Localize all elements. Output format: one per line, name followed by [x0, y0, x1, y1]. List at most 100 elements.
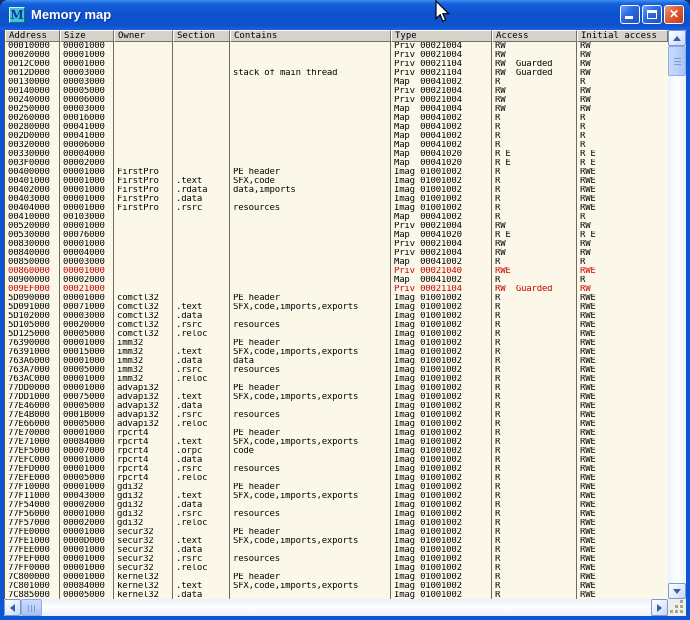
table-row[interactable]: 7C80100000084000kernel32.textSFX,code,im…: [5, 582, 668, 591]
table-row[interactable]: 77EFC00000001000rpcrt4.dataImag 01001002…: [5, 456, 668, 465]
scroll-down-button[interactable]: [668, 583, 686, 599]
cell-contains: [230, 87, 391, 96]
table-row[interactable]: 77F1100000043000gdi32.textSFX,code,impor…: [5, 492, 668, 501]
minimize-button[interactable]: [620, 5, 640, 24]
table-row[interactable]: 77F5600000001000gdi32.rsrcresourcesImag …: [5, 510, 668, 519]
column-header-initial_access[interactable]: Initial access: [577, 30, 668, 42]
table-row[interactable]: 77FE10000000D000secur32.textSFX,code,imp…: [5, 537, 668, 546]
table-row[interactable]: 77EF500000007000rpcrt4.orpccodeImag 0100…: [5, 447, 668, 456]
table-row[interactable]: 77E6600000005000advapi32.relocImag 01001…: [5, 420, 668, 429]
table-row[interactable]: 5D10200000003000comctl32.dataImag 010010…: [5, 312, 668, 321]
table-row[interactable]: 77EFE00000005000rpcrt4.relocImag 0100100…: [5, 474, 668, 483]
table-row[interactable]: 0041000000103000Map 00041002RR: [5, 213, 668, 222]
table-row[interactable]: 77DD100000075000advapi32.textSFX,code,im…: [5, 393, 668, 402]
table-row[interactable]: 0024000000006000Priv 00021004RWRW: [5, 96, 668, 105]
cell-size: 00041000: [60, 132, 114, 141]
table-row[interactable]: 0012C00000001000Priv 00021104RW GuardedR…: [5, 60, 668, 69]
table-row[interactable]: 0086000000001000Priv 00021040RWERWE: [5, 267, 668, 276]
column-header-access[interactable]: Access: [492, 30, 577, 42]
cell-access: R: [492, 564, 577, 573]
table-row[interactable]: 77FEE00000001000secur32.dataImag 0100100…: [5, 546, 668, 555]
column-header-owner[interactable]: Owner: [114, 30, 173, 42]
table-row[interactable]: 77E7100000084000rpcrt4.textSFX,code,impo…: [5, 438, 668, 447]
table-row[interactable]: 0033000000004000Map 00041020R ER E: [5, 150, 668, 159]
table-row[interactable]: 77E7000000001000rpcrt4PE headerImag 0100…: [5, 429, 668, 438]
cell-section: [173, 159, 230, 168]
vertical-scrollbar[interactable]: [668, 30, 686, 599]
cell-initial_access: RWE: [577, 411, 668, 420]
table-row[interactable]: 003F000000002000Map 00041020R ER E: [5, 159, 668, 168]
table-row[interactable]: 0052000000001000Priv 00021004RWRW: [5, 222, 668, 231]
table-row[interactable]: 5D09000000001000comctl32PE headerImag 01…: [5, 294, 668, 303]
table-row[interactable]: 77EFD00000001000rpcrt4.rsrcresourcesImag…: [5, 465, 668, 474]
column-header-address[interactable]: Address: [5, 30, 60, 42]
column-header-section[interactable]: Section: [173, 30, 230, 42]
table-row[interactable]: 0085000000003000Map 00041002RR: [5, 258, 668, 267]
scroll-left-button[interactable]: [4, 599, 21, 616]
column-header-size[interactable]: Size: [60, 30, 114, 42]
table-row[interactable]: 77E4B0000001B000advapi32.rsrcresourcesIm…: [5, 411, 668, 420]
table-row[interactable]: 0040300000001000FirstPro.dataImag 010010…: [5, 195, 668, 204]
scroll-up-button[interactable]: [668, 30, 686, 46]
table-row[interactable]: 0040200000001000FirstPro.rdatadata,impor…: [5, 186, 668, 195]
table-row[interactable]: 77F5700000002000gdi32.relocImag 01001002…: [5, 519, 668, 528]
table-row[interactable]: 7C88500000005000kernel32.dataImag 010010…: [5, 591, 668, 599]
column-header-type[interactable]: Type: [391, 30, 492, 42]
table-row[interactable]: 7C80000000001000kernel32PE headerImag 01…: [5, 573, 668, 582]
table-row[interactable]: 77FEF00000001000secur32.rsrcresourcesIma…: [5, 555, 668, 564]
table-row[interactable]: 0001000000001000Priv 00021004RWRW: [5, 42, 668, 51]
resize-grip[interactable]: [668, 599, 686, 616]
table-row[interactable]: 0084000000004000Priv 00021004RWRW: [5, 249, 668, 258]
table-row[interactable]: 0053000000076000Map 00041020R ER E: [5, 231, 668, 240]
cell-section: .rdata: [173, 186, 230, 195]
maximize-button[interactable]: [642, 5, 662, 24]
table-row[interactable]: 763AC00000001000imm32.relocImag 01001002…: [5, 375, 668, 384]
table-row[interactable]: 5D10500000020000comctl32.rsrcresourcesIm…: [5, 321, 668, 330]
table-row[interactable]: 0040400000001000FirstPro.rsrcresourcesIm…: [5, 204, 668, 213]
cell-initial_access: R: [577, 258, 668, 267]
cell-section: [173, 96, 230, 105]
table-row[interactable]: 0090000000002000Map 00041002RR: [5, 276, 668, 285]
table-row[interactable]: 5D12500000005000comctl32.relocImag 01001…: [5, 330, 668, 339]
table-row[interactable]: 763A700000005000imm32.rsrcresourcesImag …: [5, 366, 668, 375]
table-row[interactable]: 77DD000000001000advapi32PE headerImag 01…: [5, 384, 668, 393]
table-row[interactable]: 77E4600000005000advapi32.dataImag 010010…: [5, 402, 668, 411]
table-row[interactable]: 0028000000041000Map 00041002RR: [5, 123, 668, 132]
table-row[interactable]: 77F1000000001000gdi32PE headerImag 01001…: [5, 483, 668, 492]
column-header-contains[interactable]: Contains: [230, 30, 391, 42]
cell-size: 00103000: [60, 213, 114, 222]
table-row[interactable]: 7639000000001000imm32PE headerImag 01001…: [5, 339, 668, 348]
cell-access: R: [492, 357, 577, 366]
vertical-scroll-thumb[interactable]: [668, 46, 686, 76]
table-row[interactable]: 763A600000001000imm32.datadataImag 01001…: [5, 357, 668, 366]
table-row[interactable]: 0002000000001000Priv 00021004RWRW: [5, 51, 668, 60]
cell-size: 00001000: [60, 456, 114, 465]
table-row[interactable]: 0083000000001000Priv 00021004RWRW: [5, 240, 668, 249]
cell-initial_access: R: [577, 123, 668, 132]
horizontal-scroll-thumb[interactable]: [21, 599, 42, 616]
table-row[interactable]: 002D000000041000Map 00041002RR: [5, 132, 668, 141]
table-row[interactable]: 0012D00000003000stack of main threadPriv…: [5, 69, 668, 78]
cell-type: Imag 01001002: [391, 420, 492, 429]
table-row[interactable]: 77FF000000001000secur32.relocImag 010010…: [5, 564, 668, 573]
table-row[interactable]: 0040000000001000FirstProPE headerImag 01…: [5, 168, 668, 177]
cell-size: 00001000: [60, 294, 114, 303]
scroll-right-button[interactable]: [651, 599, 668, 616]
close-button[interactable]: ✕: [664, 5, 684, 24]
table-row[interactable]: 0026000000016000Map 00041002RR: [5, 114, 668, 123]
cell-type: Imag 01001002: [391, 510, 492, 519]
cell-address: 00900000: [5, 276, 60, 285]
horizontal-scrollbar[interactable]: [4, 599, 668, 616]
table-row[interactable]: 0014000000005000Priv 00021004RWRW: [5, 87, 668, 96]
table-row[interactable]: 0040100000001000FirstPro.textSFX,codeIma…: [5, 177, 668, 186]
table-row[interactable]: 77F5400000002000gdi32.dataImag 01001002R…: [5, 501, 668, 510]
table-row[interactable]: 77FE000000001000secur32PE headerImag 010…: [5, 528, 668, 537]
cell-section: [173, 231, 230, 240]
table-row[interactable]: 7639100000015000imm32.textSFX,code,impor…: [5, 348, 668, 357]
titlebar[interactable]: M Memory map ✕: [0, 0, 690, 30]
table-row[interactable]: 5D09100000071000comctl32.textSFX,code,im…: [5, 303, 668, 312]
table-row[interactable]: 009EF00000021000Priv 00021104RW GuardedR…: [5, 285, 668, 294]
table-row[interactable]: 0025000000003000Map 00041004RWRW: [5, 105, 668, 114]
table-row[interactable]: 0032000000006000Map 00041002RR: [5, 141, 668, 150]
table-row[interactable]: 0013000000003000Map 00041002RR: [5, 78, 668, 87]
